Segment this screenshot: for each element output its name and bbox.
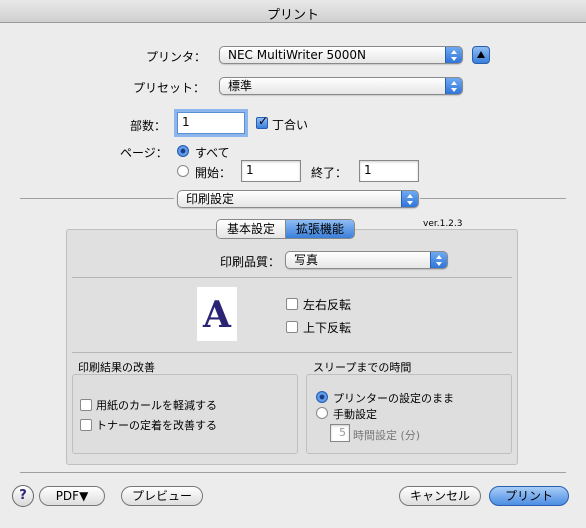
- separator-line: [72, 277, 512, 278]
- sleep-manual-label: 手動設定: [333, 408, 377, 421]
- copies-input[interactable]: 1: [177, 112, 245, 134]
- separator-line: [420, 198, 566, 199]
- improve-group: [72, 374, 298, 454]
- separator-line: [20, 198, 174, 199]
- print-button[interactable]: プリント: [489, 486, 569, 506]
- collate-checkbox[interactable]: [256, 114, 268, 129]
- pages-all-radio[interactable]: [177, 145, 189, 157]
- disclosure-button[interactable]: [472, 46, 490, 64]
- flip-horizontal-checkbox[interactable]: [286, 298, 298, 310]
- tab-basic[interactable]: 基本設定: [217, 220, 286, 238]
- flip-vertical-checkbox[interactable]: [286, 321, 298, 333]
- popup-arrows-icon: [430, 252, 447, 268]
- sleep-hours-input[interactable]: 5: [330, 424, 350, 442]
- section-popup[interactable]: 印刷設定: [177, 190, 419, 208]
- pages-all-label: すべて: [195, 146, 230, 160]
- pdf-button[interactable]: PDF▼: [39, 486, 105, 506]
- window-title: プリント: [266, 8, 319, 23]
- printer-label: プリンタ：: [146, 50, 207, 64]
- cancel-button[interactable]: キャンセル: [399, 486, 481, 506]
- preset-popup[interactable]: 標準: [219, 77, 463, 95]
- popup-arrows-icon: [445, 78, 462, 94]
- preview-button[interactable]: プレビュー: [121, 486, 203, 506]
- sleep-printer-radio[interactable]: [316, 391, 328, 403]
- preview-image: A: [197, 287, 237, 341]
- printer-value: NEC MultiWriter 5000N: [228, 48, 367, 62]
- collate-label: 丁合い: [272, 118, 309, 132]
- quality-label: 印刷品質：: [220, 255, 281, 269]
- section-value: 印刷設定: [186, 192, 235, 206]
- pages-to-label: 終了：: [311, 166, 348, 180]
- separator-line: [20, 472, 566, 473]
- popup-arrows-icon: [445, 47, 462, 63]
- pages-from-input[interactable]: 1: [241, 160, 301, 182]
- triangle-up-icon: [477, 51, 485, 58]
- separator-line: [72, 352, 512, 353]
- sleep-hours-label: 時間設定 (分): [353, 429, 421, 442]
- title-bar: プリント: [0, 0, 586, 23]
- tab-advanced[interactable]: 拡張機能: [285, 220, 355, 238]
- curl-checkbox[interactable]: [80, 399, 92, 411]
- curl-label: 用紙のカールを軽減する: [96, 399, 217, 412]
- copies-label: 部数：: [130, 119, 167, 133]
- preset-label: プリセット：: [133, 81, 206, 95]
- version-text: ver.1.2.3: [423, 219, 463, 229]
- quality-popup[interactable]: 写真: [285, 251, 448, 269]
- preset-value: 標準: [228, 79, 253, 93]
- improve-title: 印刷結果の改善: [78, 361, 155, 374]
- toner-label: トナーの定着を改善する: [96, 419, 217, 432]
- sleep-manual-radio[interactable]: [316, 407, 328, 419]
- sleep-title: スリープまでの時間: [313, 361, 412, 374]
- toner-checkbox[interactable]: [80, 419, 92, 431]
- tab-bar: 基本設定 拡張機能: [216, 219, 356, 239]
- quality-value: 写真: [294, 253, 319, 267]
- pages-label: ページ：: [120, 146, 168, 160]
- preview-letter: A: [203, 294, 231, 336]
- popup-arrows-icon: [401, 191, 418, 207]
- pages-from-label: 開始：: [195, 166, 232, 180]
- sleep-printer-label: プリンターの設定のまま: [333, 392, 454, 405]
- pages-range-radio[interactable]: [177, 165, 189, 177]
- flip-vertical-label: 上下反転: [303, 321, 352, 335]
- printer-popup[interactable]: NEC MultiWriter 5000N: [219, 46, 463, 64]
- pages-to-input[interactable]: 1: [359, 160, 419, 182]
- flip-horizontal-label: 左右反転: [303, 298, 352, 312]
- help-button[interactable]: ?: [12, 485, 34, 507]
